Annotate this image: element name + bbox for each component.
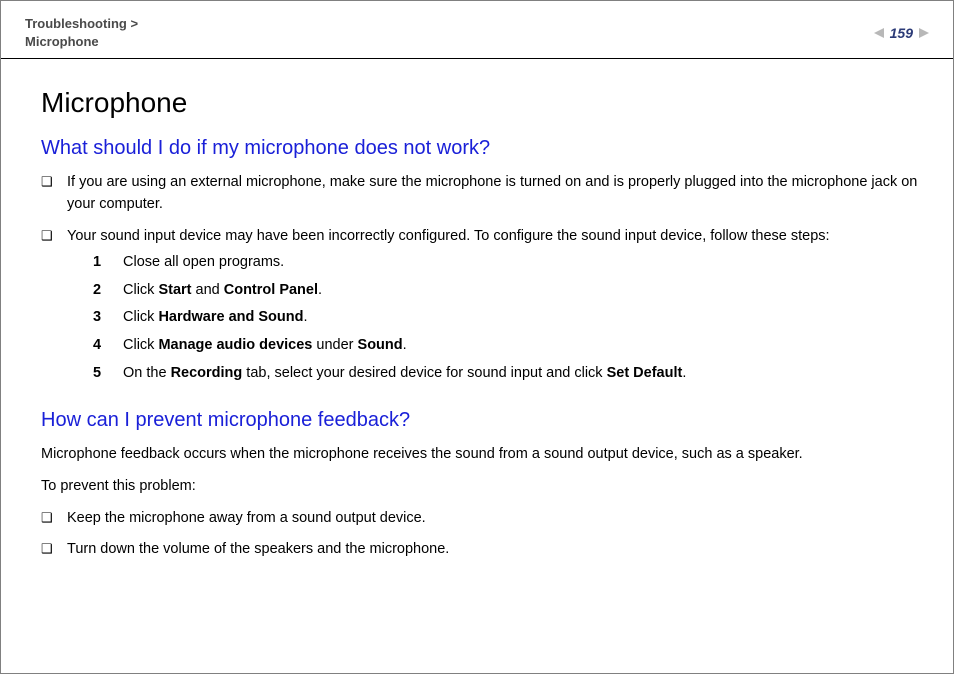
breadcrumb-separator: >: [127, 16, 138, 31]
bullet-icon: ❑: [41, 508, 67, 529]
list-item: ❑ If you are using an external microphon…: [41, 172, 923, 216]
section-heading: How can I prevent microphone feedback?: [41, 409, 923, 432]
bullet-text: If you are using an external microphone,…: [67, 172, 923, 216]
step-item: 1 Close all open programs.: [93, 249, 923, 277]
list-item: ❑ Keep the microphone away from a sound …: [41, 508, 923, 530]
breadcrumb: Troubleshooting > Microphone: [25, 15, 138, 50]
bullet-text: Turn down the volume of the speakers and…: [67, 539, 449, 561]
next-page-icon[interactable]: [919, 28, 929, 38]
page-title: Microphone: [41, 87, 923, 119]
bullet-icon: ❑: [41, 172, 67, 193]
step-text: Click Manage audio devices under Sound.: [123, 332, 407, 360]
paragraph: Microphone feedback occurs when the micr…: [41, 444, 923, 466]
numbered-steps: 1 Close all open programs. 2 Click Start…: [93, 249, 923, 387]
bullet-text: Keep the microphone away from a sound ou…: [67, 508, 426, 530]
step-text: Click Hardware and Sound.: [123, 304, 308, 332]
paragraph: To prevent this problem:: [41, 476, 923, 498]
step-number: 1: [93, 249, 123, 277]
page-content: Microphone What should I do if my microp…: [1, 59, 953, 561]
bullet-icon: ❑: [41, 226, 67, 247]
page-navigator: 159: [874, 25, 929, 41]
bullet-icon: ❑: [41, 539, 67, 560]
step-item: 3 Click Hardware and Sound.: [93, 304, 923, 332]
page-header: Troubleshooting > Microphone 159: [1, 1, 953, 59]
section-heading: What should I do if my microphone does n…: [41, 137, 923, 160]
list-item: ❑ Your sound input device may have been …: [41, 226, 923, 387]
step-number: 2: [93, 277, 123, 305]
bullet-list: ❑ Keep the microphone away from a sound …: [41, 508, 923, 562]
step-item: 2 Click Start and Control Panel.: [93, 277, 923, 305]
list-item: ❑ Turn down the volume of the speakers a…: [41, 539, 923, 561]
step-number: 5: [93, 360, 123, 388]
step-number: 3: [93, 304, 123, 332]
bullet-text: Your sound input device may have been in…: [67, 228, 830, 244]
bullet-list: ❑ If you are using an external microphon…: [41, 172, 923, 387]
step-text: On the Recording tab, select your desire…: [123, 360, 686, 388]
document-page: Troubleshooting > Microphone 159 Microph…: [0, 0, 954, 674]
section-not-working: What should I do if my microphone does n…: [41, 137, 923, 387]
page-number: 159: [888, 25, 915, 41]
step-number: 4: [93, 332, 123, 360]
step-item: 4 Click Manage audio devices under Sound…: [93, 332, 923, 360]
section-feedback: How can I prevent microphone feedback? M…: [41, 409, 923, 561]
step-item: 5 On the Recording tab, select your desi…: [93, 360, 923, 388]
bullet-body: Your sound input device may have been in…: [67, 226, 923, 387]
breadcrumb-category: Troubleshooting: [25, 16, 127, 31]
prev-page-icon[interactable]: [874, 28, 884, 38]
breadcrumb-page: Microphone: [25, 34, 99, 49]
step-text: Click Start and Control Panel.: [123, 277, 322, 305]
step-text: Close all open programs.: [123, 249, 284, 277]
